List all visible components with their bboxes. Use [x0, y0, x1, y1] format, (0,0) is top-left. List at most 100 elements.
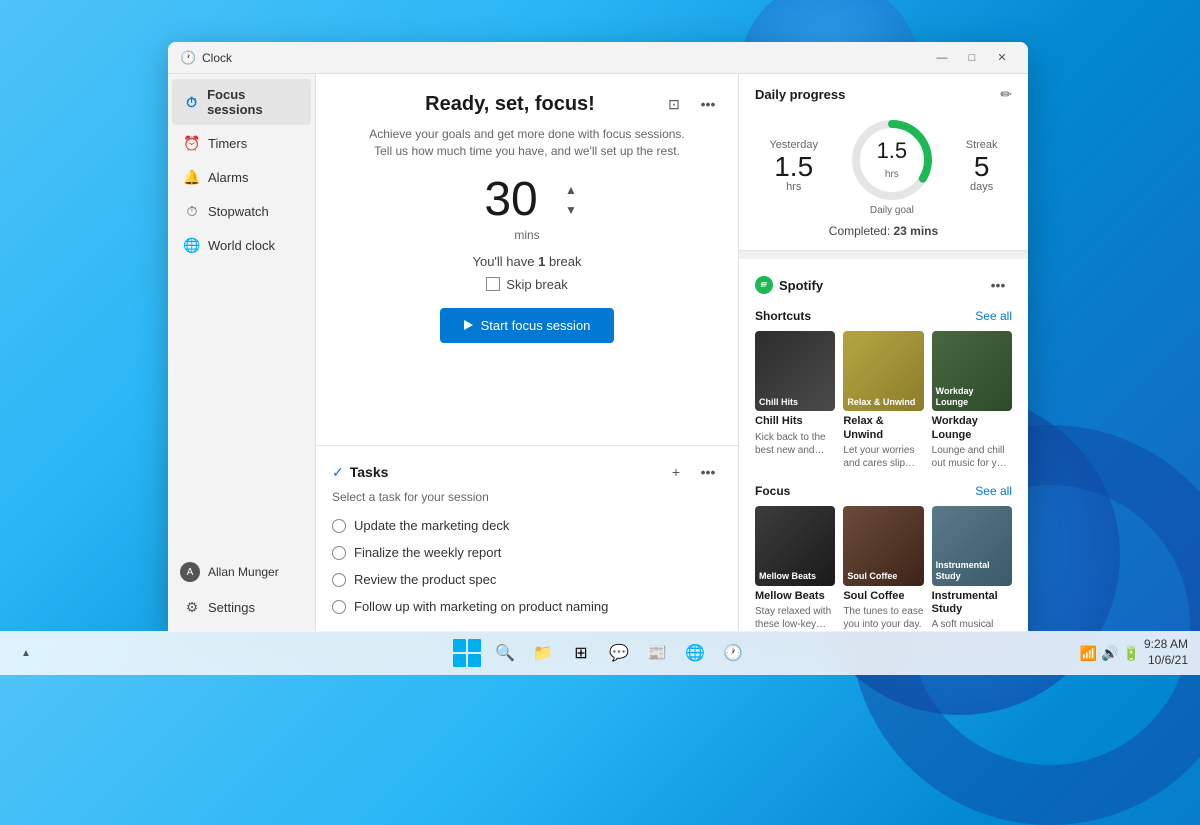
- start-focus-session-button[interactable]: Start focus session: [440, 308, 615, 343]
- alarms-icon: 🔔: [184, 169, 200, 185]
- timer-increment-button[interactable]: ▲: [559, 181, 583, 199]
- taskbar-right: 📶 🔊 🔋 9:28 AM 10/6/21: [1080, 637, 1188, 668]
- spotify-icon: [759, 280, 769, 290]
- sp-card-name: Relax & Unwind: [843, 415, 923, 441]
- dp-yesterday-unit: hrs: [769, 181, 818, 193]
- sidebar: ⏱ Focus sessions ⏰ Timers 🔔 Alarms ⏱ Sto…: [168, 74, 316, 632]
- sp-thumb-relax-unwind: Relax & Unwind: [843, 331, 923, 411]
- sp-card-name: Mellow Beats: [755, 590, 835, 603]
- sp-focus-grid: Mellow Beats Mellow Beats Stay relaxed w…: [755, 506, 1012, 632]
- task-label-1: Update the marketing deck: [354, 518, 509, 533]
- sidebar-item-label: Stopwatch: [208, 204, 269, 219]
- edge-button[interactable]: 🌐: [677, 635, 713, 671]
- chevron-up-icon[interactable]: ▲: [12, 639, 40, 667]
- focus-subtitle: Achieve your goals and get more done wit…: [332, 126, 722, 160]
- sidebar-item-stopwatch[interactable]: ⏱ Stopwatch: [172, 195, 311, 227]
- sp-header: Spotify •••: [755, 271, 1012, 299]
- sp-card-instrumental-study[interactable]: Instrumental Study Instrumental Study A …: [932, 506, 1012, 632]
- wifi-icon[interactable]: 📶: [1080, 645, 1097, 662]
- close-button[interactable]: ✕: [988, 48, 1016, 68]
- sidebar-item-timers[interactable]: ⏰ Timers: [172, 127, 311, 159]
- world-clock-icon: 🌐: [184, 237, 200, 253]
- sp-shortcuts-see-all-button[interactable]: See all: [975, 309, 1012, 323]
- sidebar-item-label: Timers: [208, 136, 247, 151]
- sp-shortcuts-header: Shortcuts See all: [755, 309, 1012, 323]
- dp-stat-yesterday: Yesterday 1.5 hrs: [769, 139, 818, 193]
- clock-display[interactable]: 9:28 AM 10/6/21: [1144, 637, 1188, 668]
- timer-arrows: ▲ ▼: [559, 181, 583, 219]
- task-radio-4[interactable]: [332, 600, 346, 614]
- task-item[interactable]: Update the marketing deck: [332, 512, 722, 539]
- skip-break-checkbox[interactable]: [486, 277, 500, 291]
- sidebar-item-focus-sessions[interactable]: ⏱ Focus sessions: [172, 79, 311, 125]
- settings-icon: ⚙: [184, 599, 200, 615]
- task-radio-2[interactable]: [332, 546, 346, 560]
- file-explorer-button[interactable]: 📁: [525, 635, 561, 671]
- tasks-title: Tasks: [350, 464, 389, 480]
- sidebar-item-settings[interactable]: ⚙ Settings: [172, 591, 311, 623]
- stopwatch-icon: ⏱: [184, 203, 200, 219]
- dp-stat-streak: Streak 5 days: [966, 139, 998, 193]
- sp-title-row: Spotify: [755, 276, 823, 294]
- task-item[interactable]: Review the product spec: [332, 566, 722, 593]
- focus-expand-button[interactable]: ⊡: [660, 90, 688, 118]
- sidebar-item-alarms[interactable]: 🔔 Alarms: [172, 161, 311, 193]
- sp-focus-title: Focus: [755, 484, 790, 498]
- task-radio-1[interactable]: [332, 519, 346, 533]
- task-item[interactable]: Finalize the weekly report: [332, 539, 722, 566]
- sp-thumb-label: Relax & Unwind: [847, 397, 919, 408]
- timer-control: 30 ▲ ▼: [332, 176, 722, 224]
- focus-heading: Ready, set, focus!: [360, 93, 660, 116]
- tasks-title-row: ✓ Tasks: [332, 464, 388, 481]
- minimize-button[interactable]: —: [928, 48, 956, 68]
- timer-unit: mins: [332, 228, 722, 242]
- windows-logo: [453, 639, 481, 667]
- dp-title: Daily progress: [755, 87, 845, 102]
- dp-ring-label: Daily goal: [847, 205, 937, 216]
- volume-icon[interactable]: 🔊: [1101, 645, 1118, 662]
- add-task-button[interactable]: +: [662, 458, 690, 486]
- task-label-2: Finalize the weekly report: [354, 545, 501, 560]
- sidebar-item-world-clock[interactable]: 🌐 World clock: [172, 229, 311, 261]
- skip-break-label: Skip break: [506, 277, 567, 292]
- sidebar-bottom: A Allan Munger ⚙ Settings: [168, 554, 315, 632]
- spotify-section: Spotify ••• Shortcuts See all Chill Hits…: [739, 251, 1028, 632]
- spotify-more-button[interactable]: •••: [984, 271, 1012, 299]
- chat-button[interactable]: 💬: [601, 635, 637, 671]
- task-item[interactable]: Follow up with marketing on product nami…: [332, 593, 722, 620]
- sp-card-name: Instrumental Study: [932, 590, 1012, 616]
- spotify-logo: [755, 276, 773, 294]
- sp-card-workday-lounge[interactable]: Workday Lounge Workday Lounge Lounge and…: [932, 331, 1012, 470]
- dp-stats: Yesterday 1.5 hrs 1.5: [755, 115, 1012, 216]
- dp-ring-center: 1.5 hrs: [877, 138, 908, 182]
- dp-streak-value: 5: [966, 153, 998, 181]
- tasks-more-button[interactable]: •••: [694, 458, 722, 486]
- focus-more-button[interactable]: •••: [694, 90, 722, 118]
- sp-focus-see-all-button[interactable]: See all: [975, 484, 1012, 498]
- sp-card-mellow-beats[interactable]: Mellow Beats Mellow Beats Stay relaxed w…: [755, 506, 835, 632]
- dp-yesterday-value: 1.5: [769, 153, 818, 181]
- timer-decrement-button[interactable]: ▼: [559, 201, 583, 219]
- search-taskbar-button[interactable]: 🔍: [487, 635, 523, 671]
- break-info: You'll have 1 break: [332, 254, 722, 269]
- sp-card-chill-hits[interactable]: Chill Hits Chill Hits Kick back to the b…: [755, 331, 835, 470]
- sp-card-soul-coffee[interactable]: Soul Coffee Soul Coffee The tunes to eas…: [843, 506, 923, 632]
- focus-header-icons: ⊡ •••: [660, 90, 722, 118]
- sp-card-name: Chill Hits: [755, 415, 835, 428]
- sp-thumb-chill-hits: Chill Hits: [755, 331, 835, 411]
- sp-thumb-label: Soul Coffee: [847, 571, 919, 582]
- dp-yesterday-label: Yesterday: [769, 139, 818, 151]
- start-button[interactable]: [449, 635, 485, 671]
- main-panel: Ready, set, focus! ⊡ ••• Achieve your go…: [316, 74, 738, 632]
- maximize-button[interactable]: □: [958, 48, 986, 68]
- user-profile[interactable]: A Allan Munger: [168, 554, 315, 590]
- timer-value: 30: [471, 176, 551, 224]
- widgets-button[interactable]: 📰: [639, 635, 675, 671]
- dp-edit-button[interactable]: ✏: [1000, 86, 1012, 103]
- dp-streak-unit: days: [966, 181, 998, 193]
- taskview-button[interactable]: ⊞: [563, 635, 599, 671]
- battery-icon[interactable]: 🔋: [1123, 645, 1140, 662]
- sp-card-relax-unwind[interactable]: Relax & Unwind Relax & Unwind Let your w…: [843, 331, 923, 470]
- task-radio-3[interactable]: [332, 573, 346, 587]
- clock-app-taskbar-button[interactable]: 🕐: [715, 635, 751, 671]
